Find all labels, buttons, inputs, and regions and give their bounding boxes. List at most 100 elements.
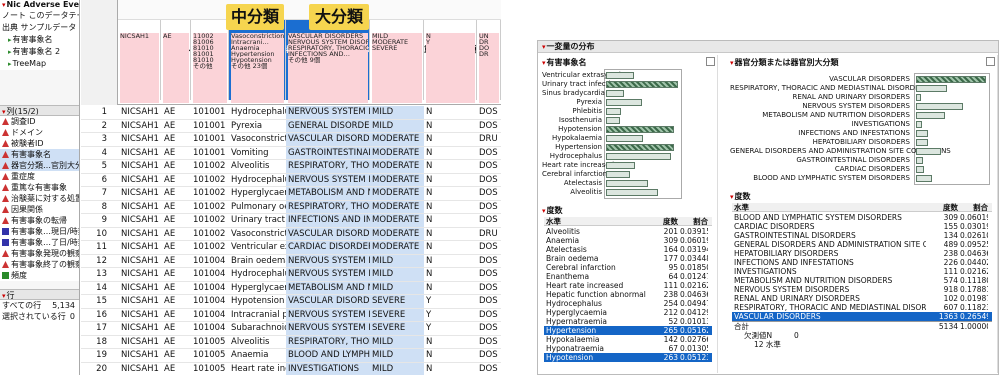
frequency-row[interactable]: METABOLISM AND NUTRITION DISORDERS 574 0.1…: [732, 276, 992, 285]
table-row[interactable]: 8 NICSAH1 AE 101002 Pulmonary oed…RESPIRATOR…: [81, 201, 501, 214]
frequency-row[interactable]: GASTROINTESTINAL DISORDERS 134 0.02610: [732, 231, 992, 240]
table-row[interactable]: 3 NICSAH1 AE 101001 VasoconstrictionVASCULAR…: [81, 133, 501, 147]
histogram-bar[interactable]: [916, 166, 924, 173]
table-row[interactable]: 1 NICSAH1 AE 101001 HydrocephalusNERVOUS SYS…: [81, 106, 501, 120]
frequency-row[interactable]: CARDIAC DISORDERS 155 0.03019: [732, 222, 992, 231]
table-row[interactable]: 7 NICSAH1 AE 101002 HyperglycaemiaMETABOLISM…: [81, 187, 501, 201]
histogram-bar[interactable]: [916, 103, 963, 110]
frequency-row[interactable]: GENERAL DISORDERS AND ADMINISTRATION SIT…: [732, 240, 992, 249]
frequency-row[interactable]: Brain oedema 177 0.03448: [544, 254, 712, 263]
columns-section-header[interactable]: ▾列(15/2): [0, 105, 79, 116]
tree-item[interactable]: ノート このデータテーブ: [0, 10, 79, 22]
frequency-row[interactable]: RENAL AND URINARY DISORDERS 102 0.01987: [732, 294, 992, 303]
disclosure-triangle-icon[interactable]: ▾: [542, 43, 546, 51]
histogram-bar[interactable]: [916, 94, 921, 101]
frequency-row[interactable]: BLOOD AND LYMPHATIC SYSTEM DISORDERS 309 0…: [732, 213, 992, 222]
column-list-item[interactable]: 有害事象名: [0, 149, 79, 160]
histogram-bar[interactable]: [606, 153, 671, 160]
histogram-bar[interactable]: [916, 76, 986, 83]
column-list-item[interactable]: 器官分類…官別大分類: [0, 160, 79, 171]
frequency-header[interactable]: ▾度数: [730, 191, 751, 202]
table-row[interactable]: 14 NICSAH1 AE 101004 HyperglycaemiaMETABOLIS…: [81, 282, 501, 295]
histogram-bar[interactable]: [916, 175, 932, 182]
histogram-bar[interactable]: [916, 130, 928, 137]
histogram-bar[interactable]: [606, 189, 658, 196]
table-row[interactable]: 2 NICSAH1 AE 101001 Pyrexia GENERAL DISORDERS…: [81, 120, 501, 133]
column-list-item[interactable]: 因果関係: [0, 204, 79, 215]
copy-icon[interactable]: [986, 57, 995, 66]
frequency-row[interactable]: Enanthema 64 0.01247: [544, 272, 712, 281]
table-row[interactable]: 16 NICSAH1 AE 101004 Intracranial pre…NERVOU…: [81, 309, 501, 322]
rows-section-header[interactable]: ▾行: [0, 289, 79, 300]
column-list-item[interactable]: 調査ID: [0, 116, 79, 127]
column-list-item[interactable]: 被験者ID: [0, 138, 79, 149]
column-list-item[interactable]: 頻度: [0, 270, 79, 281]
disclosure-triangle-icon[interactable]: ▾: [542, 59, 546, 67]
frequency-row[interactable]: Atelectasis 164 0.03194: [544, 245, 712, 254]
histogram-bar[interactable]: [606, 162, 635, 169]
histogram-bar[interactable]: [916, 85, 947, 92]
histogram-bar[interactable]: [606, 117, 620, 124]
frequency-row[interactable]: Hypernatraemia 52 0.01013: [544, 317, 712, 326]
histogram-bar[interactable]: [606, 135, 643, 142]
variable-header[interactable]: ▾有害事象名: [542, 57, 587, 68]
histogram-bar[interactable]: [916, 121, 922, 128]
frequency-header[interactable]: ▾度数: [542, 205, 563, 216]
histogram-bar[interactable]: [916, 112, 945, 119]
disclosure-triangle-icon[interactable]: ▾: [2, 108, 6, 115]
tree-item[interactable]: ▸TreeMap: [0, 58, 79, 70]
tree-item[interactable]: 出典 サンプルデータ (Ni: [0, 22, 79, 34]
table-row[interactable]: 4 NICSAH1 AE 101001 Vomiting GASTROINTESTINAL…: [81, 147, 501, 160]
disclosure-triangle-icon[interactable]: ▾: [730, 193, 734, 201]
frequency-row[interactable]: Hypertension 265 0.05162: [544, 326, 712, 335]
distribution-title-bar[interactable]: ▾一変量の分布: [538, 41, 998, 53]
table-row[interactable]: 9 NICSAH1 AE 101002 Urinary tract in…INFECTI…: [81, 214, 501, 228]
table-row[interactable]: 15 NICSAH1 AE 101004 Hypotension VASCULAR DIS…: [81, 295, 501, 309]
disclosure-triangle-icon[interactable]: ▾: [542, 207, 546, 215]
table-row[interactable]: 12 NICSAH1 AE 101004 Brain oedema NERVOUS SYS…: [81, 255, 501, 268]
column-list-item[interactable]: 重篤な有害事象: [0, 182, 79, 193]
frequency-row[interactable]: Alveolitis 201 0.03915: [544, 227, 712, 236]
frequency-row[interactable]: Heart rate increased 111 0.02162: [544, 281, 712, 290]
variable-header[interactable]: ▾器官分類または器官別大分類: [730, 57, 839, 68]
tree-item[interactable]: ▸有害事象名: [0, 34, 79, 46]
histogram-bar[interactable]: [606, 81, 678, 88]
table-row[interactable]: 10 NICSAH1 AE 101002 VasoconstrictionVASCULA…: [81, 228, 501, 241]
frequency-row[interactable]: Hypotension 263 0.05123: [544, 353, 712, 362]
histogram-bar[interactable]: [606, 99, 642, 106]
histogram-bar[interactable]: [606, 108, 621, 115]
frequency-row[interactable]: Hepatic function abnormal 238 0.04636: [544, 290, 712, 299]
histogram-bar[interactable]: [606, 126, 674, 133]
table-row[interactable]: 20 NICSAH1 AE 101005 Heart rate incr…INVESTI…: [81, 363, 501, 375]
histogram-bar[interactable]: [606, 144, 674, 151]
frequency-row[interactable]: RESPIRATORY, THORACIC AND MEDIASTINAL DI…: [732, 303, 992, 312]
histogram-bar[interactable]: [606, 171, 630, 178]
table-row[interactable]: 18 NICSAH1 AE 101005 Alveolitis RESPIRATORY, …: [81, 336, 501, 349]
table-row[interactable]: 13 NICSAH1 AE 101004 HydrocephalusNERVOUS SY…: [81, 268, 501, 282]
histogram-bar[interactable]: [916, 157, 923, 164]
frequency-row[interactable]: INVESTIGATIONS 111 0.02162: [732, 267, 992, 276]
column-list-item[interactable]: 有害事象終了の観察日: [0, 259, 79, 270]
frequency-row[interactable]: Anaemia 309 0.06019: [544, 236, 712, 245]
disclosure-triangle-icon[interactable]: ▾: [2, 1, 6, 9]
table-title-row[interactable]: ▾Nic Adverse Events: [0, 0, 79, 10]
table-row[interactable]: 6 NICSAH1 AE 101002 HydrocephalusNERVOUS SYS…: [81, 174, 501, 187]
frequency-row[interactable]: VASCULAR DISORDERS 1363 0.26549: [732, 312, 992, 321]
histogram-bar[interactable]: [916, 148, 941, 155]
table-row[interactable]: 19 NICSAH1 AE 101005 Anaemia BLOOD AND LYMPHA…: [81, 349, 501, 363]
frequency-row[interactable]: Hyponatraemia 67 0.01305: [544, 344, 712, 353]
column-list-item[interactable]: 有害事象発現の観察日: [0, 248, 79, 259]
disclosure-triangle-icon[interactable]: ▾: [2, 292, 6, 299]
column-list-item[interactable]: 治験薬に対する処置: [0, 193, 79, 204]
frequency-row[interactable]: HEPATOBILIARY DISORDERS 238 0.04636: [732, 249, 992, 258]
histogram-bar[interactable]: [606, 90, 624, 97]
histogram-bar[interactable]: [606, 180, 648, 187]
histogram-bar[interactable]: [916, 139, 928, 146]
disclosure-triangle-icon[interactable]: ▾: [730, 59, 734, 67]
column-list-item[interactable]: ドメイン: [0, 127, 79, 138]
copy-icon[interactable]: [706, 57, 715, 66]
tree-item[interactable]: ▸有害事象名 2: [0, 46, 79, 58]
column-list-item[interactable]: 重症度: [0, 171, 79, 182]
column-list-item[interactable]: 有害事象…現日/時刻: [0, 226, 79, 237]
table-row[interactable]: 11 NICSAH1 AE 101002 Ventricular extr…CARDIA…: [81, 241, 501, 255]
